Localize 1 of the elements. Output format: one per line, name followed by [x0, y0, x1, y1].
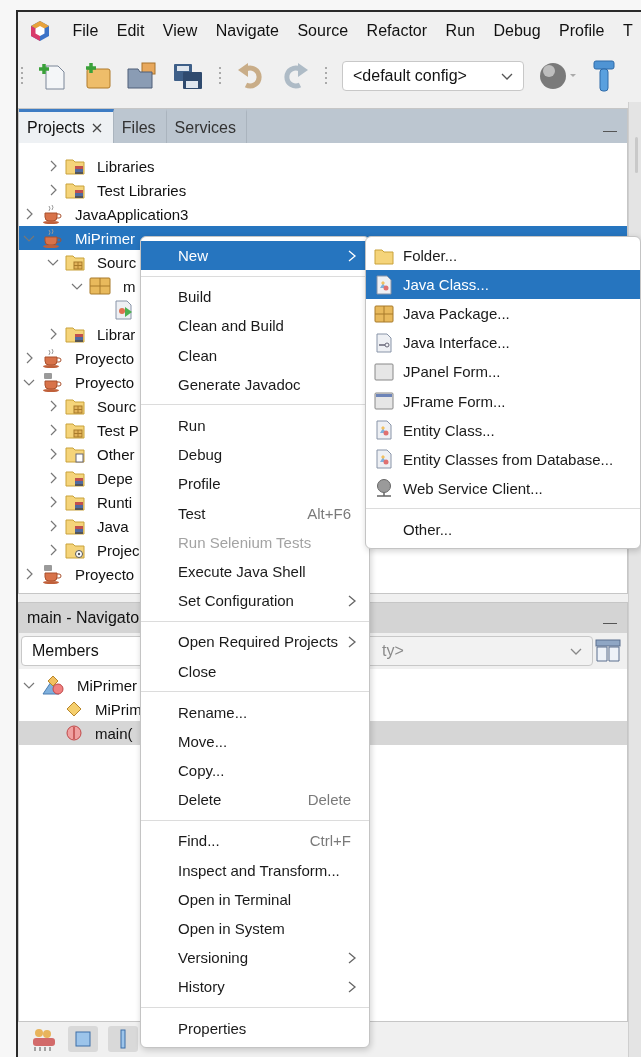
panel-title: main - Navigato — [27, 609, 140, 627]
